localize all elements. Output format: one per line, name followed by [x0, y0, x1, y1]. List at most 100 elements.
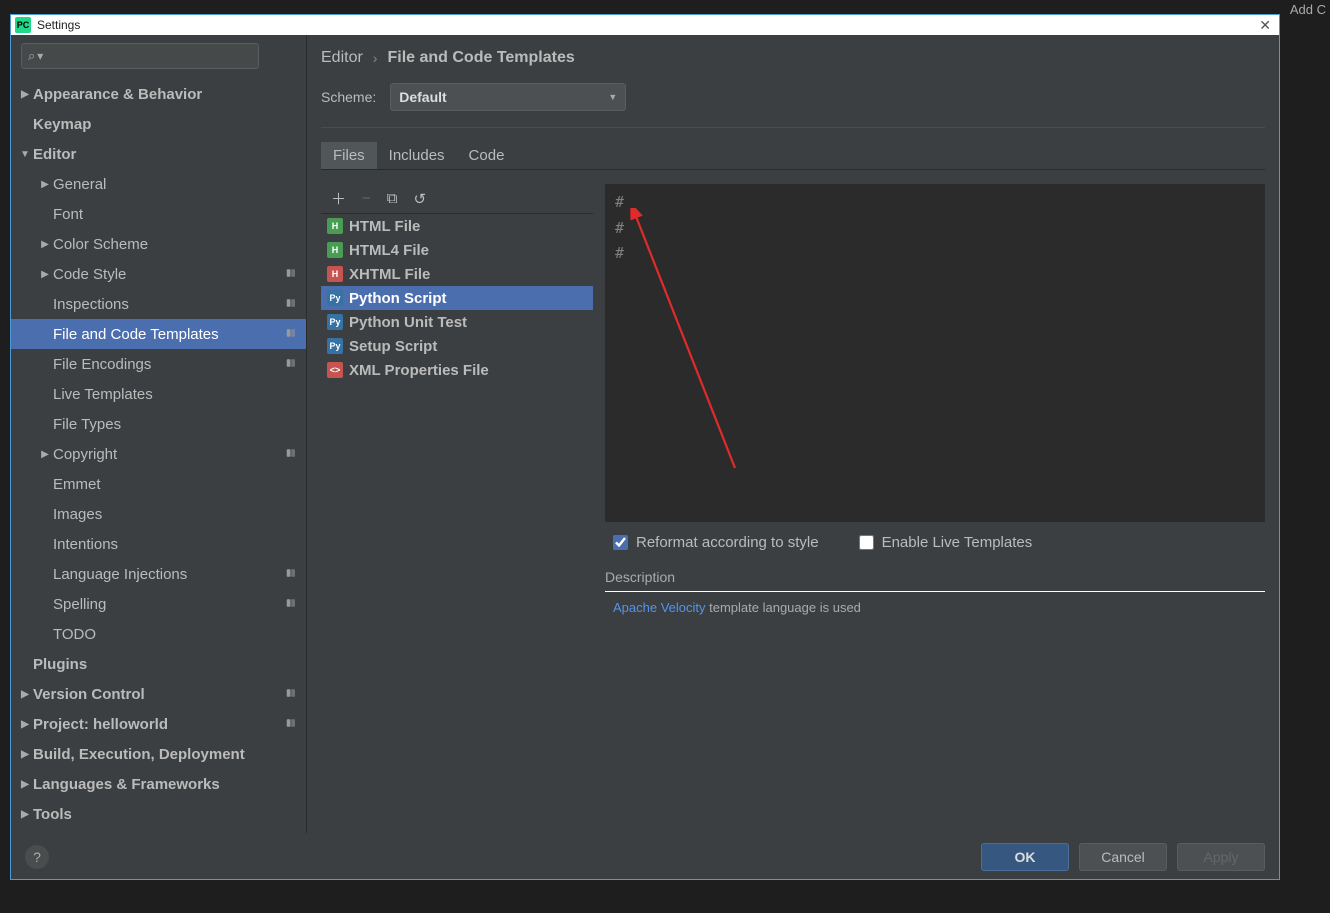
tree-item-color-scheme[interactable]: ▶Color Scheme: [11, 229, 306, 259]
expand-arrow-icon: ▶: [15, 89, 35, 100]
ok-button[interactable]: OK: [981, 843, 1069, 871]
apache-velocity-link[interactable]: Apache Velocity: [613, 600, 706, 615]
scope-icon: [286, 566, 298, 583]
tab-includes[interactable]: Includes: [377, 142, 457, 169]
scope-icon: [286, 296, 298, 313]
tree-item-label: Copyright: [53, 446, 117, 463]
template-row-python-unit-test[interactable]: PyPython Unit Test: [321, 310, 593, 334]
breadcrumb: Editor › File and Code Templates: [321, 43, 1265, 83]
template-row-xhtml-file[interactable]: HXHTML File: [321, 262, 593, 286]
tree-item-label: Languages & Frameworks: [33, 776, 220, 793]
remove-template-button[interactable]: −: [362, 190, 371, 207]
tree-item-keymap[interactable]: Keymap: [11, 109, 306, 139]
search-icon: ⌕: [28, 48, 35, 64]
template-row-python-script[interactable]: Py Python Script: [321, 286, 593, 310]
tree-item-label: TODO: [53, 626, 96, 643]
tree-item-languages-frameworks[interactable]: ▶Languages & Frameworks: [11, 769, 306, 799]
template-label: XHTML File: [349, 266, 430, 283]
editor-line: #: [615, 241, 1255, 267]
reformat-checkbox[interactable]: Reformat according to style: [613, 534, 819, 551]
tab-files[interactable]: Files: [321, 142, 377, 169]
tree-item-intentions[interactable]: Intentions: [11, 529, 306, 559]
tree-item-code-style[interactable]: ▶Code Style: [11, 259, 306, 289]
description-box: Apache Velocity template language is use…: [605, 591, 1265, 833]
editor-line: #: [615, 190, 1255, 216]
tree-item-spelling[interactable]: Spelling: [11, 589, 306, 619]
tree-item-label: Project: helloworld: [33, 716, 168, 733]
template-editor[interactable]: ###: [605, 184, 1265, 522]
file-type-icon: Py: [327, 338, 343, 354]
tree-item-label: File Types: [53, 416, 121, 433]
breadcrumb-sep: ›: [373, 50, 378, 66]
file-type-icon: <>: [327, 362, 343, 378]
scope-icon: [286, 596, 298, 613]
tree-item-todo[interactable]: TODO: [11, 619, 306, 649]
reset-template-button[interactable]: ↺: [414, 190, 427, 208]
tree-item-label: General: [53, 176, 106, 193]
tree-item-copyright[interactable]: ▶Copyright: [11, 439, 306, 469]
tree-item-editor[interactable]: ▼Editor: [11, 139, 306, 169]
tree-item-label: Plugins: [33, 656, 87, 673]
live-templates-checkbox[interactable]: Enable Live Templates: [859, 534, 1033, 551]
tree-item-file-types[interactable]: File Types: [11, 409, 306, 439]
tree-item-general[interactable]: ▶General: [11, 169, 306, 199]
dialog-footer: ? OK Cancel Apply: [11, 833, 1279, 881]
settings-tree[interactable]: ▶Appearance & BehaviorKeymap▼Editor▶Gene…: [11, 77, 306, 833]
expand-arrow-icon: ▶: [15, 779, 35, 790]
tree-item-file-and-code-templates[interactable]: File and Code Templates: [11, 319, 306, 349]
scope-icon: [286, 686, 298, 703]
tree-item-version-control[interactable]: ▶Version Control: [11, 679, 306, 709]
close-button[interactable]: ✕: [1255, 17, 1275, 34]
scheme-label: Scheme:: [321, 89, 376, 105]
breadcrumb-root[interactable]: Editor: [321, 49, 363, 67]
tree-item-label: Intentions: [53, 536, 118, 553]
tree-item-file-encodings[interactable]: File Encodings: [11, 349, 306, 379]
tree-item-images[interactable]: Images: [11, 499, 306, 529]
description-label: Description: [605, 557, 1265, 589]
template-row-html4-file[interactable]: HHTML4 File: [321, 238, 593, 262]
file-type-icon: Py: [327, 290, 343, 306]
tree-item-label: Color Scheme: [53, 236, 148, 253]
tree-item-inspections[interactable]: Inspections: [11, 289, 306, 319]
tree-item-label: Live Templates: [53, 386, 153, 403]
template-label: Python Unit Test: [349, 314, 467, 331]
template-row-xml-properties-file[interactable]: <>XML Properties File: [321, 358, 593, 382]
copy-template-button[interactable]: ⧉: [387, 190, 398, 207]
expand-arrow-icon: ▶: [15, 719, 35, 730]
tree-item-language-injections[interactable]: Language Injections: [11, 559, 306, 589]
template-toolbar: ＋ − ⧉ ↺: [321, 184, 593, 214]
tree-item-font[interactable]: Font: [11, 199, 306, 229]
template-tabs: FilesIncludesCode: [321, 142, 1265, 170]
tree-item-label: Code Style: [53, 266, 126, 283]
template-label: Python Script: [349, 290, 447, 307]
cancel-button[interactable]: Cancel: [1079, 843, 1167, 871]
content-panel: Editor › File and Code Templates Scheme:…: [307, 35, 1279, 833]
tree-item-label: Images: [53, 506, 102, 523]
titlebar: PC Settings ✕: [11, 15, 1279, 35]
tab-code[interactable]: Code: [457, 142, 517, 169]
bg-toolbar-text: Add C: [1286, 0, 1330, 19]
template-row-setup-script[interactable]: Py Setup Script: [321, 334, 593, 358]
scheme-combobox[interactable]: Default ▼: [390, 83, 626, 111]
template-list[interactable]: HHTML FileHHTML4 FileHXHTML FilePyPython…: [321, 214, 593, 833]
template-row-html-file[interactable]: HHTML File: [321, 214, 593, 238]
apply-button[interactable]: Apply: [1177, 843, 1265, 871]
tree-item-live-templates[interactable]: Live Templates: [11, 379, 306, 409]
tree-item-appearance-behavior[interactable]: ▶Appearance & Behavior: [11, 79, 306, 109]
tree-item-project-helloworld[interactable]: ▶Project: helloworld: [11, 709, 306, 739]
settings-dialog: PC Settings ✕ ⌕ ▾ ▶Appearance & Behavior…: [10, 14, 1280, 880]
window-title: Settings: [37, 18, 80, 32]
scope-icon: [286, 326, 298, 343]
scope-icon: [286, 716, 298, 733]
expand-arrow-icon: ▼: [15, 149, 35, 160]
add-template-button[interactable]: ＋: [331, 188, 346, 209]
search-input[interactable]: ⌕ ▾: [21, 43, 259, 69]
template-label: Setup Script: [349, 338, 437, 355]
tree-item-plugins[interactable]: Plugins: [11, 649, 306, 679]
tree-item-build-execution-deployment[interactable]: ▶Build, Execution, Deployment: [11, 739, 306, 769]
settings-sidebar: ⌕ ▾ ▶Appearance & BehaviorKeymap▼Editor▶…: [11, 35, 307, 833]
tree-item-emmet[interactable]: Emmet: [11, 469, 306, 499]
expand-arrow-icon: ▶: [35, 239, 55, 250]
help-button[interactable]: ?: [25, 845, 49, 869]
tree-item-tools[interactable]: ▶Tools: [11, 799, 306, 829]
